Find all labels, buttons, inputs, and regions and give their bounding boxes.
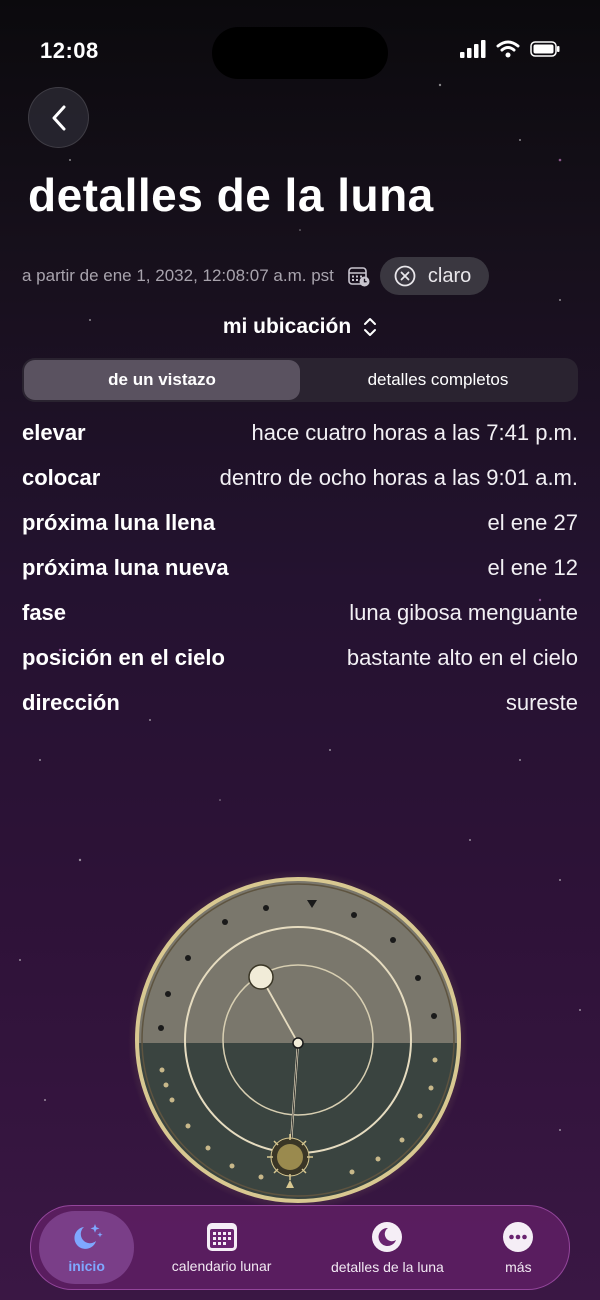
tab-more[interactable]: más [474,1211,563,1284]
segment-at-a-glance[interactable]: de un vistazo [24,360,300,400]
info-row-set: colocar dentro de ocho horas a las 9:01 … [22,455,578,500]
wifi-icon [496,40,520,58]
info-value: bastante alto en el cielo [346,644,578,670]
page-title: detalles de la luna [28,169,434,221]
tab-home[interactable]: inicio [39,1211,135,1284]
tab-lunar-calendar[interactable]: calendario lunar [152,1211,291,1284]
dial-center-pin [292,1037,304,1049]
info-row-next-new-moon: próxima luna nueva el ene 12 [22,545,578,590]
info-value: el ene 12 [487,554,578,580]
tab-label: calendario lunar [171,1257,272,1274]
info-value: dentro de ocho horas a las 9:01 a.m. [219,464,578,490]
info-label: elevar [22,419,86,445]
tab-moon-details[interactable]: detalles de la luna [313,1211,462,1284]
battery-icon [530,41,560,57]
info-row-phase: fase luna gibosa menguante [22,590,578,635]
info-label: colocar [22,464,101,490]
tab-bar: inicio calendario lunar detalles de la l… [30,1205,570,1290]
clear-button[interactable]: claro [379,257,490,295]
info-value: hace cuatro horas a las 7:41 p.m. [251,419,578,445]
view-segmented-control: de un vistazo detalles completos [22,358,578,402]
tab-label: detalles de la luna [330,1258,444,1275]
info-value: luna gibosa menguante [349,599,578,625]
info-value: sureste [505,689,578,715]
info-label: próxima luna llena [22,509,216,535]
status-time: 12:08 [40,38,99,63]
crescent-moon-icon [372,1221,403,1252]
info-label: dirección [22,689,120,715]
info-value: el ene 27 [487,509,578,535]
moon-marker-icon [248,964,274,990]
date-text: a partir de ene 1, 2032, 12:08:07 a.m. p… [22,266,334,285]
info-row-rise: elevar hace cuatro horas a las 7:41 p.m. [22,410,578,455]
segment-full-details[interactable]: detalles completos [300,360,576,400]
info-row-next-full-moon: próxima luna llena el ene 27 [22,500,578,545]
close-circle-icon [394,265,416,287]
tab-label: inicio [68,1257,105,1274]
calendar-grid-icon [206,1222,237,1251]
chevron-left-icon [52,105,65,130]
date-row: a partir de ene 1, 2032, 12:08:07 a.m. p… [22,257,490,295]
status-bar: 12:08 [0,0,600,100]
more-dots-icon [503,1221,534,1252]
info-label: posición en el cielo [22,644,225,670]
back-button[interactable] [28,87,89,148]
cellular-signal-icon [460,40,486,58]
tab-label: más [505,1258,532,1275]
dial-day-half [138,880,458,1043]
info-row-direction: dirección sureste [22,680,578,725]
clear-label: claro [427,264,472,287]
calendar-clock-icon[interactable] [348,265,370,287]
location-selector[interactable]: mi ubicación [0,310,600,344]
info-row-sky-position: posición en el cielo bastante alto en el… [22,635,578,680]
dynamic-island [212,27,388,79]
status-icons [460,40,560,58]
dial-night-half [138,1043,458,1200]
chevron-up-down-icon [364,318,377,336]
info-label: próxima luna nueva [22,554,229,580]
moon-stars-icon [74,1223,103,1249]
location-label: mi ubicación [222,315,352,338]
moon-info-list: elevar hace cuatro horas a las 7:41 p.m.… [22,410,578,725]
moon-sun-dial [128,870,468,1210]
info-label: fase [22,599,67,625]
